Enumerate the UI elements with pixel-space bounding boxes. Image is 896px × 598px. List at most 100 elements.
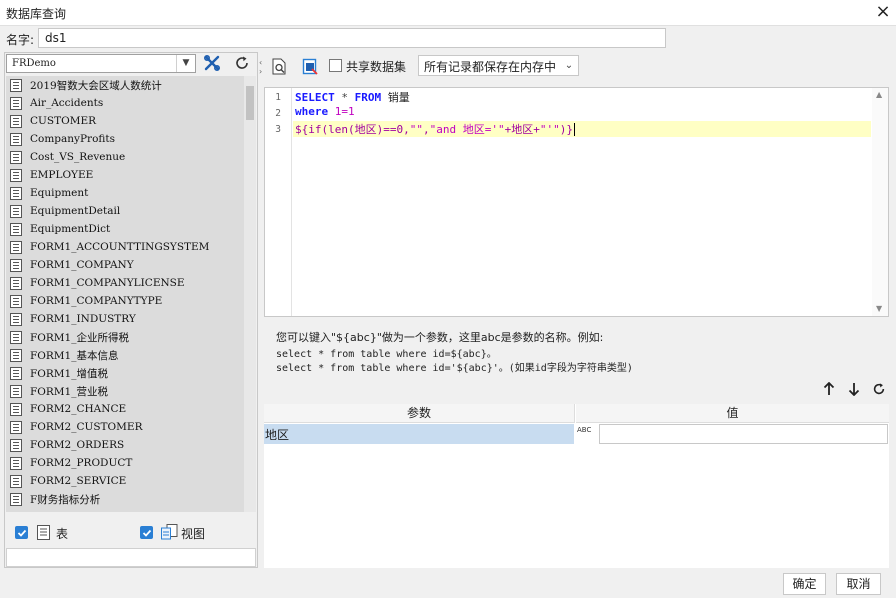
hint-text: 您可以键入"${abc}"做为一个参数，这里abc是参数的名称。例如: (276, 331, 604, 344)
table-name: FORM1_企业所得税 (30, 331, 129, 344)
scrollbar-thumb[interactable] (246, 86, 254, 120)
table-icon (10, 384, 22, 398)
sql-condition: 1=1 (328, 105, 355, 118)
table-icon (10, 222, 22, 236)
list-item[interactable]: FORM1_营业税 (6, 382, 256, 400)
sql-string: "and 地区='" (429, 123, 505, 136)
table-checkbox[interactable] (15, 526, 28, 539)
move-down-icon[interactable] (843, 379, 865, 399)
list-item[interactable]: CUSTOMER (6, 112, 256, 130)
table-list[interactable]: 2019智数大会区域人数统计 Air_Accidents CUSTOMER Compa… (6, 76, 256, 512)
table-icon (10, 420, 22, 434)
table-icon (10, 438, 22, 452)
datasource-select[interactable]: FRDemo (6, 54, 196, 73)
list-item[interactable]: FORM1_企业所得税 (6, 328, 256, 346)
list-item[interactable]: FORM2_CHANCE (6, 400, 256, 418)
name-input[interactable]: ds1 (38, 28, 666, 48)
table-name: FORM2_ORDERS (30, 439, 125, 451)
chevron-down-icon[interactable]: ⌄ (560, 56, 578, 75)
title-bar (0, 0, 896, 26)
preview-icon[interactable] (268, 56, 290, 76)
close-icon[interactable]: × (872, 1, 894, 23)
list-item[interactable]: FORM1_增值税 (6, 364, 256, 382)
table-name: FORM2_CHANCE (30, 403, 127, 415)
splitter-handle[interactable]: ‹ › (259, 58, 263, 80)
column-header-value: 值 (576, 404, 889, 423)
scroll-up-icon[interactable]: ▲ (876, 90, 882, 99)
share-dataset-checkbox[interactable] (329, 59, 342, 72)
list-item[interactable]: Air_Accidents (6, 94, 256, 112)
table-name: FORM1_基本信息 (30, 349, 119, 362)
table-icon (10, 96, 22, 110)
param-type-text: ABC (577, 426, 592, 434)
list-item[interactable]: FORM1_INDUSTRY (6, 310, 256, 328)
chevron-down-icon[interactable]: ▼ (176, 55, 195, 72)
text-cursor (573, 123, 575, 136)
sql-operator: * (334, 91, 355, 104)
cancel-button[interactable]: 取消 (836, 573, 881, 595)
table-name: 2019智数大会区域人数统计 (30, 79, 162, 92)
table-row[interactable] (264, 424, 574, 444)
table-name: FORM1_COMPANYLICENSE (30, 277, 185, 289)
ok-button[interactable]: 确定 (783, 573, 826, 595)
list-item[interactable]: FORM2_ORDERS (6, 436, 256, 454)
line-gutter (265, 88, 292, 316)
sql-formula: )} (559, 123, 573, 136)
search-input[interactable] (6, 548, 256, 567)
table-icon (10, 150, 22, 164)
table-name: FORM1_COMPANY (30, 259, 134, 271)
sql-string: "" (409, 123, 423, 136)
param-type-icon[interactable]: ABC (577, 424, 598, 443)
view-checkbox[interactable] (140, 526, 153, 539)
line-number: 3 (275, 124, 281, 135)
sql-settings-icon[interactable] (299, 56, 321, 76)
table-icon (10, 474, 22, 488)
table-name: FORM1_COMPANYTYPE (30, 295, 163, 307)
editor-scrollbar[interactable] (872, 88, 888, 316)
code-line-2[interactable]: where 1=1 (295, 105, 355, 118)
refresh-params-icon[interactable] (868, 379, 890, 399)
sql-formula: , (422, 123, 430, 136)
list-item[interactable]: FORM1_COMPANYTYPE (6, 292, 256, 310)
table-list-scrollbar[interactable] (244, 76, 256, 512)
hint-example: select * from table where id='${abc}'。(如… (276, 363, 633, 374)
table-icon (10, 168, 22, 182)
list-item[interactable]: FORM1_基本信息 (6, 346, 256, 364)
list-item[interactable]: F财务指标分析 (6, 490, 256, 508)
list-item[interactable]: FORM1_ACCOUNTTINGSYSTEM (6, 238, 256, 256)
list-item[interactable]: EMPLOYEE (6, 166, 256, 184)
list-item[interactable]: FORM1_COMPANYLICENSE (6, 274, 256, 292)
param-name: 地区 (265, 428, 290, 442)
list-item[interactable]: 2019智数大会区域人数统计 (6, 76, 256, 94)
table-name: EMPLOYEE (30, 169, 94, 181)
list-item[interactable]: FORM2_PRODUCT (6, 454, 256, 472)
list-item[interactable]: FORM2_SERVICE (6, 472, 256, 490)
list-item[interactable]: EquipmentDict (6, 220, 256, 238)
param-value-input[interactable] (599, 424, 888, 444)
list-item[interactable]: EquipmentDetail (6, 202, 256, 220)
table-icon (10, 492, 22, 506)
list-item[interactable]: FORM2_CUSTOMER (6, 418, 256, 436)
table-name: FORM2_CUSTOMER (30, 421, 143, 433)
code-line-1[interactable]: SELECT * FROM 销量 (295, 89, 410, 105)
connect-settings-icon[interactable] (201, 53, 223, 73)
table-icon (10, 132, 22, 146)
table-name: Air_Accidents (30, 97, 104, 109)
code-line-3[interactable]: ${if(len(地区)==0,"","and 地区='"+地区+"'")} (295, 121, 575, 137)
refresh-icon[interactable] (231, 53, 253, 73)
table-name: CUSTOMER (30, 115, 97, 127)
share-dataset-label: 共享数据集 (346, 60, 407, 74)
hint-example: select * from table where id=${abc}。 (276, 349, 497, 360)
name-label: 名字: (6, 33, 35, 47)
table-icon (10, 348, 22, 362)
table-name: F财务指标分析 (30, 493, 101, 506)
list-item[interactable]: FORM1_COMPANY (6, 256, 256, 274)
scroll-down-icon[interactable]: ▼ (876, 304, 882, 313)
list-item[interactable]: CompanyProfits (6, 130, 256, 148)
list-item[interactable]: Cost_VS_Revenue (6, 148, 256, 166)
list-item[interactable]: Equipment (6, 184, 256, 202)
table-icon (10, 204, 22, 218)
move-up-icon[interactable] (818, 379, 840, 399)
memory-select-value: 所有记录都保存在内存中 (424, 60, 557, 74)
table-icon (10, 240, 22, 254)
